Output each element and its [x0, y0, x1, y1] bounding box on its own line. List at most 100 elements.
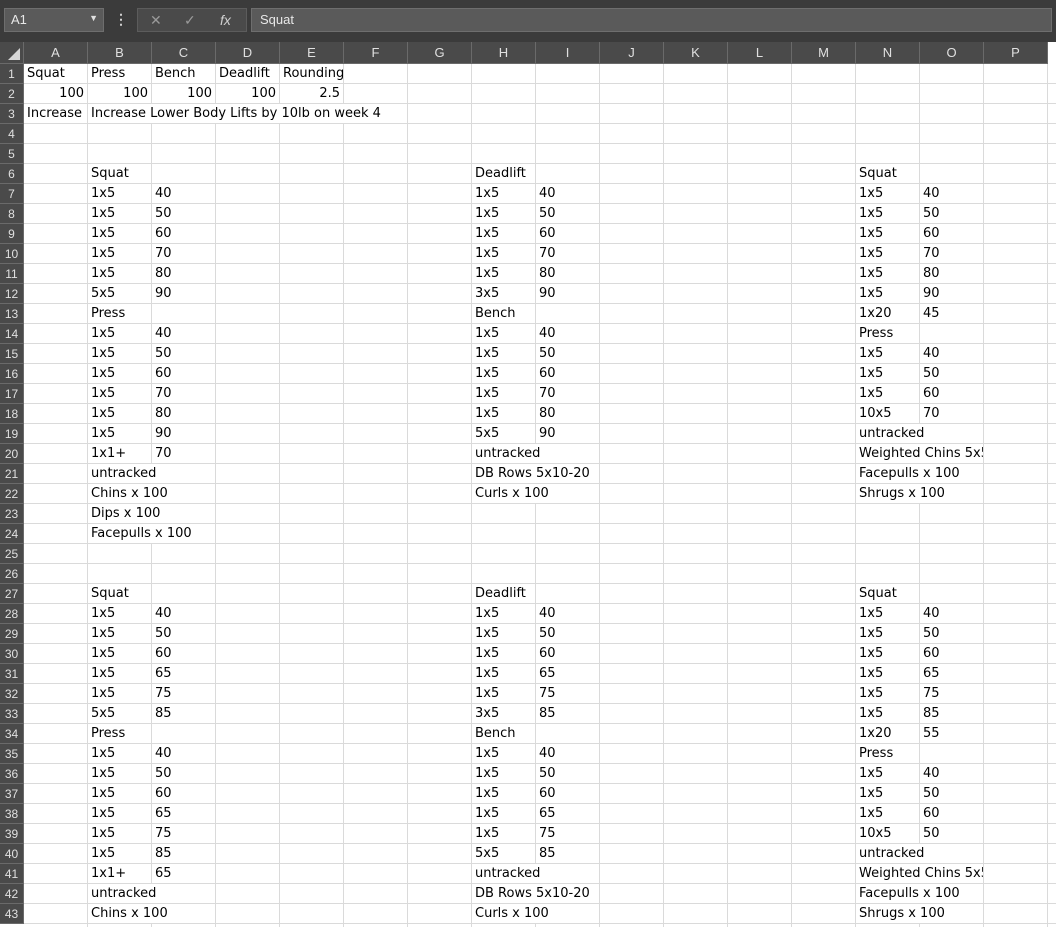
cell-o34[interactable]: 55	[920, 724, 983, 743]
cell-n41[interactable]: Weighted Chins 5x5	[856, 864, 983, 883]
cell-n7[interactable]: 1x5	[856, 184, 919, 203]
cell-n34[interactable]: 1x20	[856, 724, 919, 743]
row-header-36[interactable]: 36	[0, 764, 24, 784]
row-header-41[interactable]: 41	[0, 864, 24, 884]
cell-b7[interactable]: 1x5	[88, 184, 151, 203]
cell-i35[interactable]: 40	[536, 744, 599, 763]
cell-n32[interactable]: 1x5	[856, 684, 919, 703]
row-header-42[interactable]: 42	[0, 884, 24, 904]
cell-n13[interactable]: 1x20	[856, 304, 919, 323]
cell-n16[interactable]: 1x5	[856, 364, 919, 383]
cell-c40[interactable]: 85	[152, 844, 215, 863]
cell-c33[interactable]: 85	[152, 704, 215, 723]
cell-n27[interactable]: Squat	[856, 584, 919, 603]
cell-b12[interactable]: 5x5	[88, 284, 151, 303]
cell-o38[interactable]: 60	[920, 804, 983, 823]
more-options-icon[interactable]: ⋮	[114, 11, 128, 28]
cell-h9[interactable]: 1x5	[472, 224, 535, 243]
cell-o33[interactable]: 85	[920, 704, 983, 723]
cell-h37[interactable]: 1x5	[472, 784, 535, 803]
row-header-22[interactable]: 22	[0, 484, 24, 504]
row-header-34[interactable]: 34	[0, 724, 24, 744]
cell-c8[interactable]: 50	[152, 204, 215, 223]
name-box[interactable]: A1 ▼	[4, 8, 104, 32]
cell-i18[interactable]: 80	[536, 404, 599, 423]
cell-i16[interactable]: 60	[536, 364, 599, 383]
cell-i39[interactable]: 75	[536, 824, 599, 843]
row-header-12[interactable]: 12	[0, 284, 24, 304]
cell-o18[interactable]: 70	[920, 404, 983, 423]
row-header-23[interactable]: 23	[0, 504, 24, 524]
row-header-26[interactable]: 26	[0, 564, 24, 584]
row-header-33[interactable]: 33	[0, 704, 24, 724]
cell-h17[interactable]: 1x5	[472, 384, 535, 403]
cell-o11[interactable]: 80	[920, 264, 983, 283]
cell-n29[interactable]: 1x5	[856, 624, 919, 643]
row-header-6[interactable]: 6	[0, 164, 24, 184]
cell-i17[interactable]: 70	[536, 384, 599, 403]
row-header-9[interactable]: 9	[0, 224, 24, 244]
row-header-20[interactable]: 20	[0, 444, 24, 464]
cell-a3[interactable]: Increase Upper Body Lifts	[24, 104, 87, 123]
cell-b39[interactable]: 1x5	[88, 824, 151, 843]
cell-c12[interactable]: 90	[152, 284, 215, 303]
cell-c17[interactable]: 70	[152, 384, 215, 403]
cell-h16[interactable]: 1x5	[472, 364, 535, 383]
cell-c29[interactable]: 50	[152, 624, 215, 643]
cell-n42[interactable]: Facepulls x 100	[856, 884, 983, 903]
column-header-g[interactable]: G	[408, 42, 472, 64]
cell-i28[interactable]: 40	[536, 604, 599, 623]
row-header-11[interactable]: 11	[0, 264, 24, 284]
row-header-39[interactable]: 39	[0, 824, 24, 844]
cell-i15[interactable]: 50	[536, 344, 599, 363]
cell-n9[interactable]: 1x5	[856, 224, 919, 243]
cell-h39[interactable]: 1x5	[472, 824, 535, 843]
cell-n37[interactable]: 1x5	[856, 784, 919, 803]
cell-h27[interactable]: Deadlift	[472, 584, 535, 603]
cell-h43[interactable]: Curls x 100	[472, 904, 599, 923]
cell-c20[interactable]: 70	[152, 444, 215, 463]
cell-i7[interactable]: 40	[536, 184, 599, 203]
cell-h33[interactable]: 3x5	[472, 704, 535, 723]
cell-i37[interactable]: 60	[536, 784, 599, 803]
cell-i19[interactable]: 90	[536, 424, 599, 443]
cell-b24[interactable]: Facepulls x 100	[88, 524, 215, 543]
cell-b20[interactable]: 1x1+	[88, 444, 151, 463]
cell-n43[interactable]: Shrugs x 100	[856, 904, 983, 923]
cell-n40[interactable]: untracked	[856, 844, 983, 863]
cell-h19[interactable]: 5x5	[472, 424, 535, 443]
cell-n15[interactable]: 1x5	[856, 344, 919, 363]
cell-h38[interactable]: 1x5	[472, 804, 535, 823]
cell-c32[interactable]: 75	[152, 684, 215, 703]
cell-h42[interactable]: DB Rows 5x10-20	[472, 884, 599, 903]
cell-h7[interactable]: 1x5	[472, 184, 535, 203]
cell-n8[interactable]: 1x5	[856, 204, 919, 223]
cell-b34[interactable]: Press	[88, 724, 151, 743]
cell-a2[interactable]: 100	[24, 84, 87, 103]
cell-e2[interactable]: 2.5	[280, 84, 343, 103]
cell-c36[interactable]: 50	[152, 764, 215, 783]
row-header-5[interactable]: 5	[0, 144, 24, 164]
cell-n30[interactable]: 1x5	[856, 644, 919, 663]
cell-n35[interactable]: Press	[856, 744, 919, 763]
column-header-d[interactable]: D	[216, 42, 280, 64]
cell-b35[interactable]: 1x5	[88, 744, 151, 763]
cell-i33[interactable]: 85	[536, 704, 599, 723]
cell-b41[interactable]: 1x1+	[88, 864, 151, 883]
cell-b14[interactable]: 1x5	[88, 324, 151, 343]
cell-o9[interactable]: 60	[920, 224, 983, 243]
cell-c2[interactable]: 100	[152, 84, 215, 103]
column-header-a[interactable]: A	[24, 42, 88, 64]
cell-o37[interactable]: 50	[920, 784, 983, 803]
row-header-7[interactable]: 7	[0, 184, 24, 204]
cell-h30[interactable]: 1x5	[472, 644, 535, 663]
cell-b22[interactable]: Chins x 100	[88, 484, 215, 503]
cell-h28[interactable]: 1x5	[472, 604, 535, 623]
cell-b33[interactable]: 5x5	[88, 704, 151, 723]
cell-i9[interactable]: 60	[536, 224, 599, 243]
cell-c30[interactable]: 60	[152, 644, 215, 663]
cell-d1[interactable]: Deadlift	[216, 64, 279, 83]
cell-b27[interactable]: Squat	[88, 584, 151, 603]
cell-c37[interactable]: 60	[152, 784, 215, 803]
insert-function-icon[interactable]: fx	[220, 12, 231, 28]
